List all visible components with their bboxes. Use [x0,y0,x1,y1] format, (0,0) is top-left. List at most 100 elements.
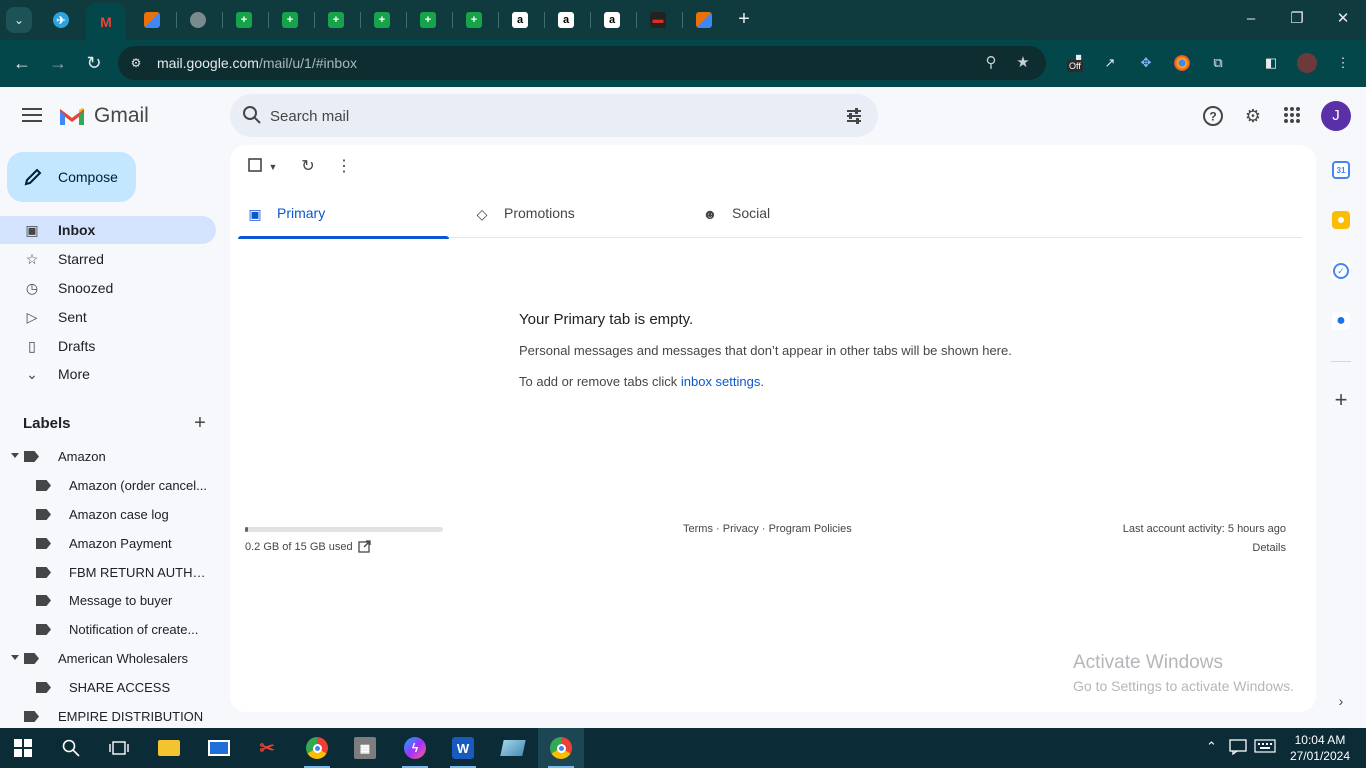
file-explorer-icon[interactable] [146,728,192,768]
tab-search-button[interactable]: ⌄ [6,7,32,33]
privacy-link[interactable]: Privacy [723,523,759,535]
reload-icon[interactable]: ↻ [83,52,105,74]
bookmark-star-icon[interactable]: ★ [1014,54,1032,72]
nav-item-snoozed[interactable]: ◷ Snoozed [0,274,216,302]
nav-item-starred[interactable]: ☆ Starred [0,245,216,273]
search-icon[interactable] [242,105,262,125]
start-button[interactable] [0,728,46,768]
contacts-icon[interactable]: ● [1332,312,1350,330]
keyboard-icon[interactable] [1254,739,1276,756]
extension-puzzle-blue-icon[interactable]: ✥ [1136,53,1156,73]
site-info-icon[interactable]: ⚙ [128,55,144,71]
select-dropdown-icon[interactable]: ▼ [263,157,283,177]
label-item[interactable]: Amazon (order cancel... [0,473,216,499]
google-apps-icon[interactable] [1281,105,1303,127]
nav-item-sent[interactable]: ▷ Sent [0,303,216,331]
label-item[interactable]: Amazon case log [0,502,216,528]
side-panel-icon[interactable]: ◧ [1261,53,1281,73]
search-input[interactable] [270,104,830,128]
search-options-icon[interactable] [844,106,864,126]
tab-promotions[interactable]: ◇ Promotions [465,191,676,238]
forward-icon[interactable]: → [47,52,69,74]
label-item[interactable]: EMPIRE DISTRIBUTION [0,704,216,730]
tasks-icon[interactable]: ✓ [1332,262,1350,280]
tab-social[interactable]: ☻ Social [693,191,904,238]
snipping-tool-icon[interactable]: ✂ [244,728,290,768]
keep-icon[interactable] [1332,211,1350,229]
calculator-icon[interactable]: ▦ [342,728,388,768]
calendar-icon[interactable]: 31 [1332,161,1350,179]
browser-tab-telegram[interactable]: ✈ [38,6,84,34]
browser-tab-sheets-4[interactable]: + [359,6,405,34]
chrome-profile-icon[interactable] [538,728,584,768]
taskbar-app-window-icon[interactable] [196,728,242,768]
taskbar-app-blue-icon[interactable] [490,728,536,768]
browser-tab-red[interactable]: ▬ [635,6,681,34]
label-item[interactable]: Amazon [0,444,216,470]
program-policies-link[interactable]: Program Policies [769,523,852,535]
add-label-icon[interactable]: + [190,413,210,433]
browser-tab-gmail[interactable]: M [86,3,126,40]
extension-circle-icon[interactable] [1172,53,1192,73]
word-icon[interactable]: W [440,728,486,768]
get-addons-icon[interactable]: + [1331,389,1351,411]
browser-tab-app-2[interactable] [681,6,727,34]
taskbar-search-icon[interactable] [48,728,94,768]
external-link-icon[interactable] [358,540,371,553]
extension-arrow-icon[interactable]: ↗ [1100,53,1120,73]
browser-tab-sheets-3[interactable]: + [313,6,359,34]
label-item[interactable]: Amazon Payment [0,531,216,557]
notification-icon[interactable] [1229,739,1247,758]
task-view-icon[interactable] [96,728,142,768]
gmail-logo[interactable]: Gmail [58,104,149,128]
search-bar[interactable] [230,94,878,137]
account-avatar[interactable]: J [1321,101,1351,131]
url-text[interactable]: mail.google.com/mail/u/1/#inbox [157,55,357,71]
help-icon[interactable]: ? [1202,105,1224,127]
tab-primary[interactable]: ▣ Primary [238,191,449,239]
compose-button[interactable]: Compose [7,152,136,202]
settings-gear-icon[interactable]: ⚙ [1242,105,1264,127]
more-options-icon[interactable]: ⋮ [334,157,354,177]
nav-item-drafts[interactable]: ▯ Drafts [0,332,216,360]
browser-tab-sheets-5[interactable]: + [405,6,451,34]
minimize-icon[interactable]: – [1241,9,1261,29]
browser-tab-app[interactable] [129,6,175,34]
label-item[interactable]: SHARE ACCESS [0,675,216,701]
label-item[interactable]: Message to buyer [0,588,216,614]
chrome-icon[interactable] [294,728,340,768]
label-item[interactable]: American Wholesalers [0,646,216,672]
browser-tab-amazon-1[interactable]: a [497,6,543,34]
nav-item-more[interactable]: ⌄ More [0,360,216,388]
activity-details-link[interactable]: Details [1123,542,1286,554]
browser-tab-amazon-3[interactable]: a [589,6,635,34]
caret-down-icon[interactable] [11,655,19,660]
terms-link[interactable]: Terms [683,523,713,535]
browser-tab-globe[interactable] [175,6,221,34]
inbox-settings-link[interactable]: inbox settings [681,374,761,389]
show-hidden-icons-icon[interactable]: ⌃ [1206,739,1217,755]
label-item[interactable]: FBM RETURN AUTH B... [0,560,216,586]
close-icon[interactable]: ✕ [1333,9,1353,29]
back-icon[interactable]: ← [11,52,33,74]
zoom-icon[interactable]: ⚲ [982,54,1000,72]
refresh-icon[interactable]: ↻ [298,157,318,177]
restore-icon[interactable]: ❐ [1287,9,1307,29]
browser-menu-icon[interactable]: ⋮ [1333,53,1353,73]
browser-tab-amazon-2[interactable]: a [543,6,589,34]
messenger-icon[interactable]: ϟ [392,728,438,768]
browser-tab-sheets-2[interactable]: + [267,6,313,34]
system-clock[interactable]: 10:04 AM 27/01/2024 [1290,732,1350,764]
caret-down-icon[interactable] [11,453,19,458]
label-item[interactable]: Notification of create... [0,617,216,643]
browser-tab-sheets-6[interactable]: + [451,6,497,34]
select-all-checkbox[interactable] [245,157,265,177]
nav-item-inbox[interactable]: ▣ Inbox [0,216,216,244]
address-bar[interactable]: ⚙ mail.google.com/mail/u/1/#inbox ⚲ ★ [118,46,1046,80]
browser-tab-sheets-1[interactable]: + [221,6,267,34]
new-tab-icon[interactable]: + [734,9,754,29]
extensions-puzzle-icon[interactable]: ⧉ [1208,53,1228,73]
chevron-right-icon[interactable]: › [1333,693,1349,709]
main-menu-icon[interactable] [20,104,44,128]
profile-avatar-icon[interactable] [1297,53,1317,73]
